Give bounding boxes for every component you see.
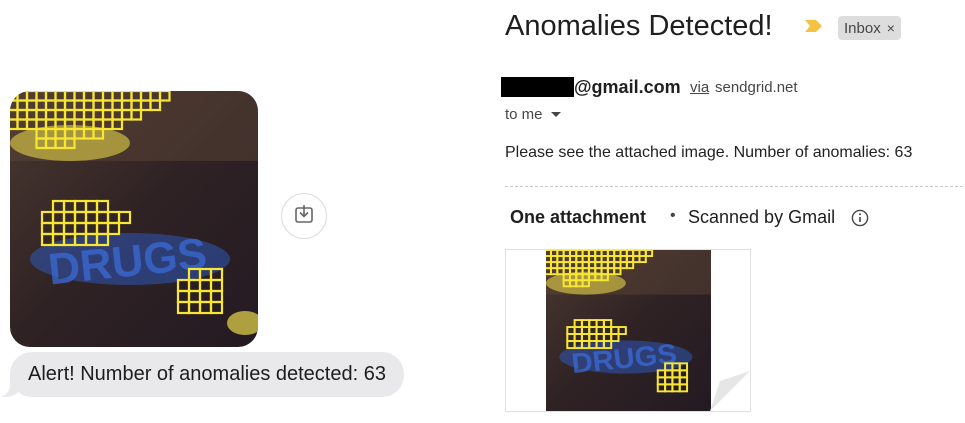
- message-image[interactable]: DRUGS: [10, 91, 258, 347]
- scan-note: Scanned by Gmail: [688, 207, 836, 227]
- message-bubble[interactable]: Alert! Number of anomalies detected: 63: [10, 352, 404, 397]
- download-button[interactable]: [281, 193, 327, 239]
- page-fold-icon: [710, 371, 750, 411]
- attachment-card[interactable]: DRUGS: [505, 249, 751, 412]
- important-marker-icon[interactable]: [804, 18, 824, 39]
- separator-dot: •: [670, 207, 676, 224]
- redacted-sender-name: [501, 77, 574, 97]
- remove-label-icon[interactable]: ×: [887, 20, 895, 36]
- email-subject: Anomalies Detected!: [505, 10, 773, 42]
- via-link[interactable]: via: [690, 79, 709, 96]
- recipient-text: to me: [505, 106, 543, 123]
- label-text: Inbox: [844, 19, 881, 37]
- attachment-thumbnail: DRUGS: [546, 250, 711, 411]
- attachment-heading: One attachment: [510, 207, 647, 227]
- inbox-label-chip[interactable]: Inbox ×: [838, 16, 901, 40]
- via-domain: sendgrid.net: [715, 79, 798, 96]
- download-icon: [293, 203, 315, 230]
- attachment-divider: [505, 186, 963, 187]
- recipient-details-toggle[interactable]: to me: [505, 106, 561, 123]
- message-text: Alert! Number of anomalies detected: 63: [28, 363, 386, 385]
- chevron-down-icon: [550, 112, 561, 117]
- sender-email[interactable]: @gmail.com: [574, 77, 681, 98]
- info-icon[interactable]: [851, 209, 869, 232]
- email-body: Please see the attached image. Number of…: [505, 144, 913, 161]
